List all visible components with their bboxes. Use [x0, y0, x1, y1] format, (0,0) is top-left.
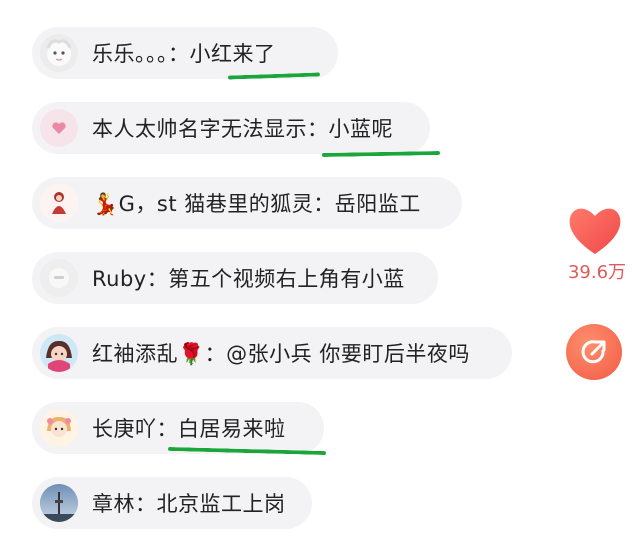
like-count: 39.6万: [567, 262, 627, 283]
separator: ：: [135, 492, 157, 516]
comment-message: 长庚吖：白居易来啦: [92, 413, 286, 443]
red-figure-avatar[interactable]: [40, 184, 78, 222]
share-icon: [581, 340, 606, 364]
comment-bubble[interactable]: 本人太帅名字无法显示：小蓝呢: [32, 102, 430, 154]
separator: ：: [146, 267, 169, 291]
comment-bubble[interactable]: 章林：北京监工上岗: [32, 477, 312, 529]
comment-bubble[interactable]: 乐乐。。。：小红来了: [32, 27, 338, 79]
comment-bubble[interactable]: 长庚吖：白居易来啦: [32, 402, 324, 454]
comment-text: @张小兵 你要盯后半夜吗: [226, 342, 470, 366]
comment-text: 小红来了: [189, 42, 276, 66]
comment-message: 章林：北京监工上岗: [92, 488, 286, 518]
comment-bubble[interactable]: Ruby：第五个视频右上角有小蓝: [32, 252, 438, 304]
commenter-name[interactable]: 长庚吖: [92, 417, 157, 441]
white-fluffy-avatar[interactable]: [40, 34, 78, 72]
share-button[interactable]: [566, 324, 622, 380]
separator: ：: [313, 192, 335, 216]
comment-message: Ruby：第五个视频右上角有小蓝: [92, 263, 405, 293]
heart-icon: [569, 208, 621, 254]
separator: ：: [307, 117, 329, 141]
anime-girl-avatar[interactable]: [40, 409, 78, 447]
comment-text: 小蓝呢: [328, 117, 393, 141]
comment-message: 本人太帅名字无法显示：小蓝呢: [92, 113, 393, 143]
commenter-name[interactable]: 乐乐。。。: [92, 42, 168, 66]
comment-bubble[interactable]: 💃G，st 猫巷里的狐灵：岳阳监工: [32, 177, 462, 229]
like-button[interactable]: [566, 204, 624, 256]
separator: ：: [204, 342, 227, 366]
comment-text: 第五个视频右上角有小蓝: [168, 267, 405, 291]
commenter-name[interactable]: 本人太帅名字无法显示: [92, 117, 307, 141]
commenter-name[interactable]: 红袖添乱🌹: [92, 342, 205, 366]
comment-text: 北京监工上岗: [156, 492, 286, 516]
comment-message: 乐乐。。。：小红来了: [92, 38, 276, 68]
comment-bubble[interactable]: 红袖添乱🌹：@张小兵 你要盯后半夜吗: [32, 327, 512, 379]
gray-logo-avatar[interactable]: [40, 259, 78, 297]
separator: ：: [156, 417, 178, 441]
tower-photo-avatar[interactable]: [40, 484, 78, 522]
commenter-name[interactable]: 💃G，st 猫巷里的狐灵: [92, 192, 313, 216]
commenter-name[interactable]: 章林: [92, 492, 135, 516]
pink-heart-avatar[interactable]: [40, 109, 78, 147]
commenter-name[interactable]: Ruby: [92, 267, 147, 291]
green-highlight-underline: [321, 150, 441, 158]
cartoon-girl-avatar[interactable]: [40, 334, 78, 372]
comment-message: 红袖添乱🌹：@张小兵 你要盯后半夜吗: [92, 338, 470, 368]
comment-message: 💃G，st 猫巷里的狐灵：岳阳监工: [92, 188, 421, 218]
comment-text: 白居易来啦: [178, 417, 286, 441]
separator: ：: [168, 42, 190, 66]
comment-text: 岳阳监工: [334, 192, 421, 216]
